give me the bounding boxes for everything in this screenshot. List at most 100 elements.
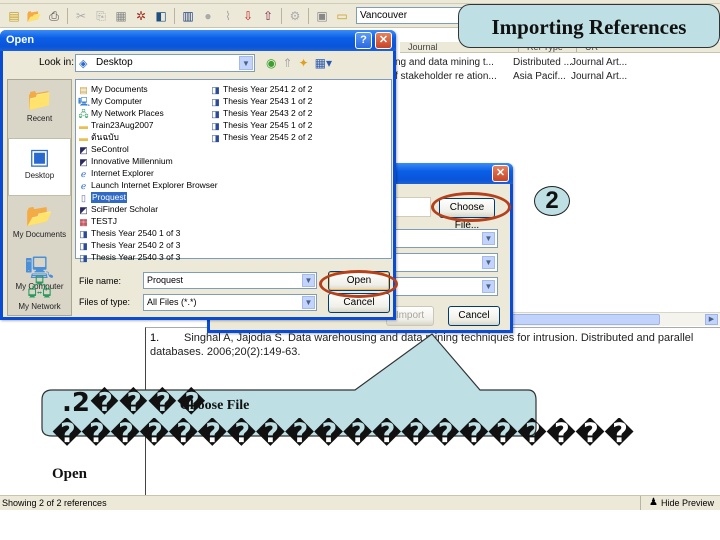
reference-title: ng and data mining t... bbox=[395, 57, 494, 68]
close-icon[interactable]: ✕ bbox=[492, 165, 509, 182]
documents-icon: ▤ bbox=[79, 84, 88, 95]
horizontal-scrollbar[interactable]: ▶ bbox=[510, 312, 720, 326]
open-library-icon[interactable]: 📂 bbox=[26, 8, 42, 24]
place-label: Desktop bbox=[24, 171, 55, 180]
chevron-down-icon[interactable]: ▼ bbox=[302, 274, 315, 287]
callout-button-name: Choose File bbox=[179, 398, 250, 413]
database-icon: ▦ bbox=[79, 216, 88, 227]
place-my-network[interactable]: 🖧 My Network bbox=[8, 275, 71, 316]
chevron-down-icon[interactable]: ▼ bbox=[302, 296, 315, 309]
file-list-item[interactable]: ▤ My Documents bbox=[78, 84, 148, 95]
file-list-item[interactable]: ▬ ต้นฉบับ bbox=[78, 132, 119, 143]
import-icon[interactable]: ⇩ bbox=[240, 8, 256, 24]
file-list-item[interactable]: ℯ Launch Internet Explorer Browser bbox=[78, 180, 218, 191]
network-icon: 🖧 bbox=[78, 108, 89, 119]
toolbar-separator bbox=[174, 7, 175, 24]
file-list-item[interactable]: ◨ Thesis Year 2541 2 of 2 bbox=[210, 84, 312, 95]
library-icon: ◨ bbox=[211, 132, 220, 143]
cut-icon[interactable]: ✂ bbox=[73, 8, 89, 24]
file-type-select[interactable]: All Files (*.*) ▼ bbox=[143, 294, 317, 311]
chevron-down-icon[interactable]: ▼ bbox=[482, 280, 495, 293]
file-list-item[interactable]: ◨ Thesis Year 2540 3 of 3 bbox=[78, 252, 180, 263]
cite-icon[interactable]: ▥ bbox=[180, 8, 196, 24]
image-icon[interactable]: ▣ bbox=[314, 8, 330, 24]
file-list-item[interactable]: ▦ TESTJ bbox=[78, 216, 117, 227]
file-list-item[interactable]: ◩ SeControl bbox=[78, 144, 129, 155]
file-list-item[interactable]: ◨ Thesis Year 2540 1 of 3 bbox=[78, 228, 180, 239]
file-list-item-label: Thesis Year 2541 2 of 2 bbox=[223, 84, 313, 94]
up-folder-icon[interactable]: ⇑ bbox=[282, 56, 292, 70]
scroll-right-icon[interactable]: ▶ bbox=[705, 314, 718, 325]
reference-row[interactable]: f stakeholder re ation... Asia Pacif... … bbox=[395, 71, 720, 85]
file-list-item[interactable]: ◨ Thesis Year 2540 2 of 3 bbox=[78, 240, 180, 251]
paste-icon[interactable]: ▦ bbox=[113, 8, 129, 24]
my-documents-icon: 📂 bbox=[25, 203, 54, 228]
paperclip-icon[interactable]: ⌇ bbox=[220, 8, 236, 24]
place-label: Recent bbox=[26, 114, 53, 123]
look-in-select[interactable]: ◈ Desktop ▼ bbox=[75, 54, 255, 72]
file-list-item[interactable]: ◨ Thesis Year 2545 2 of 2 bbox=[210, 132, 312, 143]
help-icon[interactable]: ? bbox=[355, 32, 372, 49]
hide-preview-button[interactable]: ♟ Hide Preview bbox=[640, 496, 714, 510]
library-icon: ◨ bbox=[211, 120, 220, 131]
find-icon[interactable]: ✲ bbox=[133, 8, 149, 24]
web-icon[interactable]: ⚙ bbox=[287, 8, 303, 24]
open-dialog-titlebar[interactable]: Open ? ✕ bbox=[0, 30, 396, 51]
file-type-value: All Files (*.*) bbox=[147, 297, 197, 307]
file-list-item-label: Thesis Year 2543 2 of 2 bbox=[223, 108, 313, 118]
back-icon[interactable]: ◉ bbox=[266, 56, 276, 70]
file-list-item-label: SeControl bbox=[91, 144, 129, 154]
file-list-item[interactable]: ◩ Innovative Millennium bbox=[78, 156, 173, 167]
panel-icon[interactable]: ▭ bbox=[334, 8, 350, 24]
chevron-down-icon[interactable]: ▼ bbox=[239, 56, 253, 70]
pin-icon: ♟ bbox=[649, 497, 658, 508]
insert-picture-icon[interactable]: ● bbox=[200, 8, 216, 24]
ie-icon: ℯ bbox=[80, 168, 87, 179]
file-list-item[interactable]: ▯ Proquest bbox=[78, 192, 128, 203]
place-recent[interactable]: 📁 Recent bbox=[8, 82, 71, 138]
file-list[interactable]: ▤ My Documents 🖳 My Computer 🖧 My Network Pla… bbox=[75, 79, 392, 263]
file-list-item[interactable]: ℯ Internet Explorer bbox=[78, 168, 154, 179]
file-list-item[interactable]: ◩ SciFinder Scholar bbox=[78, 204, 158, 215]
preview-citation-line1: Singhal A, Jajodia S. Data warehousing a… bbox=[184, 332, 694, 344]
open-button-highlight-ring bbox=[319, 270, 398, 298]
reference-row[interactable]: ng and data mining t... Distributed ... … bbox=[395, 57, 720, 71]
print-icon[interactable]: ⎙ bbox=[46, 8, 62, 24]
file-name-label: File name: bbox=[79, 276, 122, 286]
file-list-item[interactable]: ◨ Thesis Year 2543 2 of 2 bbox=[210, 108, 312, 119]
shortcut-icon: ◩ bbox=[79, 156, 88, 167]
file-list-item[interactable]: ◨ Thesis Year 2545 1 of 2 bbox=[210, 120, 312, 131]
folder-icon: ▬ bbox=[79, 132, 88, 143]
place-my-documents[interactable]: 📂 My Documents bbox=[8, 198, 71, 254]
file-list-item-label: Innovative Millennium bbox=[91, 156, 173, 166]
file-list-item-label: Launch Internet Explorer Browser bbox=[91, 180, 218, 190]
new-folder-icon[interactable]: ✦ bbox=[299, 56, 309, 70]
folder-icon: ▬ bbox=[79, 120, 88, 131]
chevron-down-icon[interactable]: ▼ bbox=[482, 232, 495, 245]
copy-icon[interactable]: ⎘ bbox=[93, 8, 109, 24]
reference-icon[interactable]: ◧ bbox=[153, 8, 169, 24]
import-cancel-button[interactable]: Cancel bbox=[448, 306, 500, 326]
file-list-item-label: My Documents bbox=[91, 84, 148, 94]
file-list-item-label: My Network Places bbox=[91, 108, 164, 118]
file-name-input[interactable]: Proquest ▼ bbox=[143, 272, 317, 289]
library-icon: ◨ bbox=[211, 108, 220, 119]
close-icon[interactable]: ✕ bbox=[375, 32, 392, 49]
file-list-item-label: Thesis Year 2543 1 of 2 bbox=[223, 96, 313, 106]
file-list-item[interactable]: 🖳 My Computer bbox=[78, 96, 142, 107]
scrollbar-thumb[interactable] bbox=[510, 314, 660, 325]
view-menu-icon[interactable]: ▦▾ bbox=[315, 56, 332, 70]
reference-type: Journal Art... bbox=[571, 57, 628, 68]
preview-number: 1. bbox=[150, 332, 160, 344]
file-list-item[interactable]: 🖧 My Network Places bbox=[78, 108, 164, 119]
status-text: Showing 2 of 2 references bbox=[2, 498, 107, 508]
file-list-item-label: SciFinder Scholar bbox=[91, 204, 159, 214]
ie-icon: ℯ bbox=[80, 180, 87, 191]
file-list-item[interactable]: ◨ Thesis Year 2543 1 of 2 bbox=[210, 96, 312, 107]
place-desktop[interactable]: ▣ Desktop bbox=[8, 138, 71, 196]
new-library-icon[interactable]: ▤ bbox=[6, 8, 22, 24]
chevron-down-icon[interactable]: ▼ bbox=[482, 256, 495, 269]
file-list-item[interactable]: ▬ Train23Aug2007 bbox=[78, 120, 154, 131]
export-icon[interactable]: ⇧ bbox=[260, 8, 276, 24]
status-bar: Showing 2 of 2 references ♟ Hide Preview bbox=[0, 495, 720, 510]
